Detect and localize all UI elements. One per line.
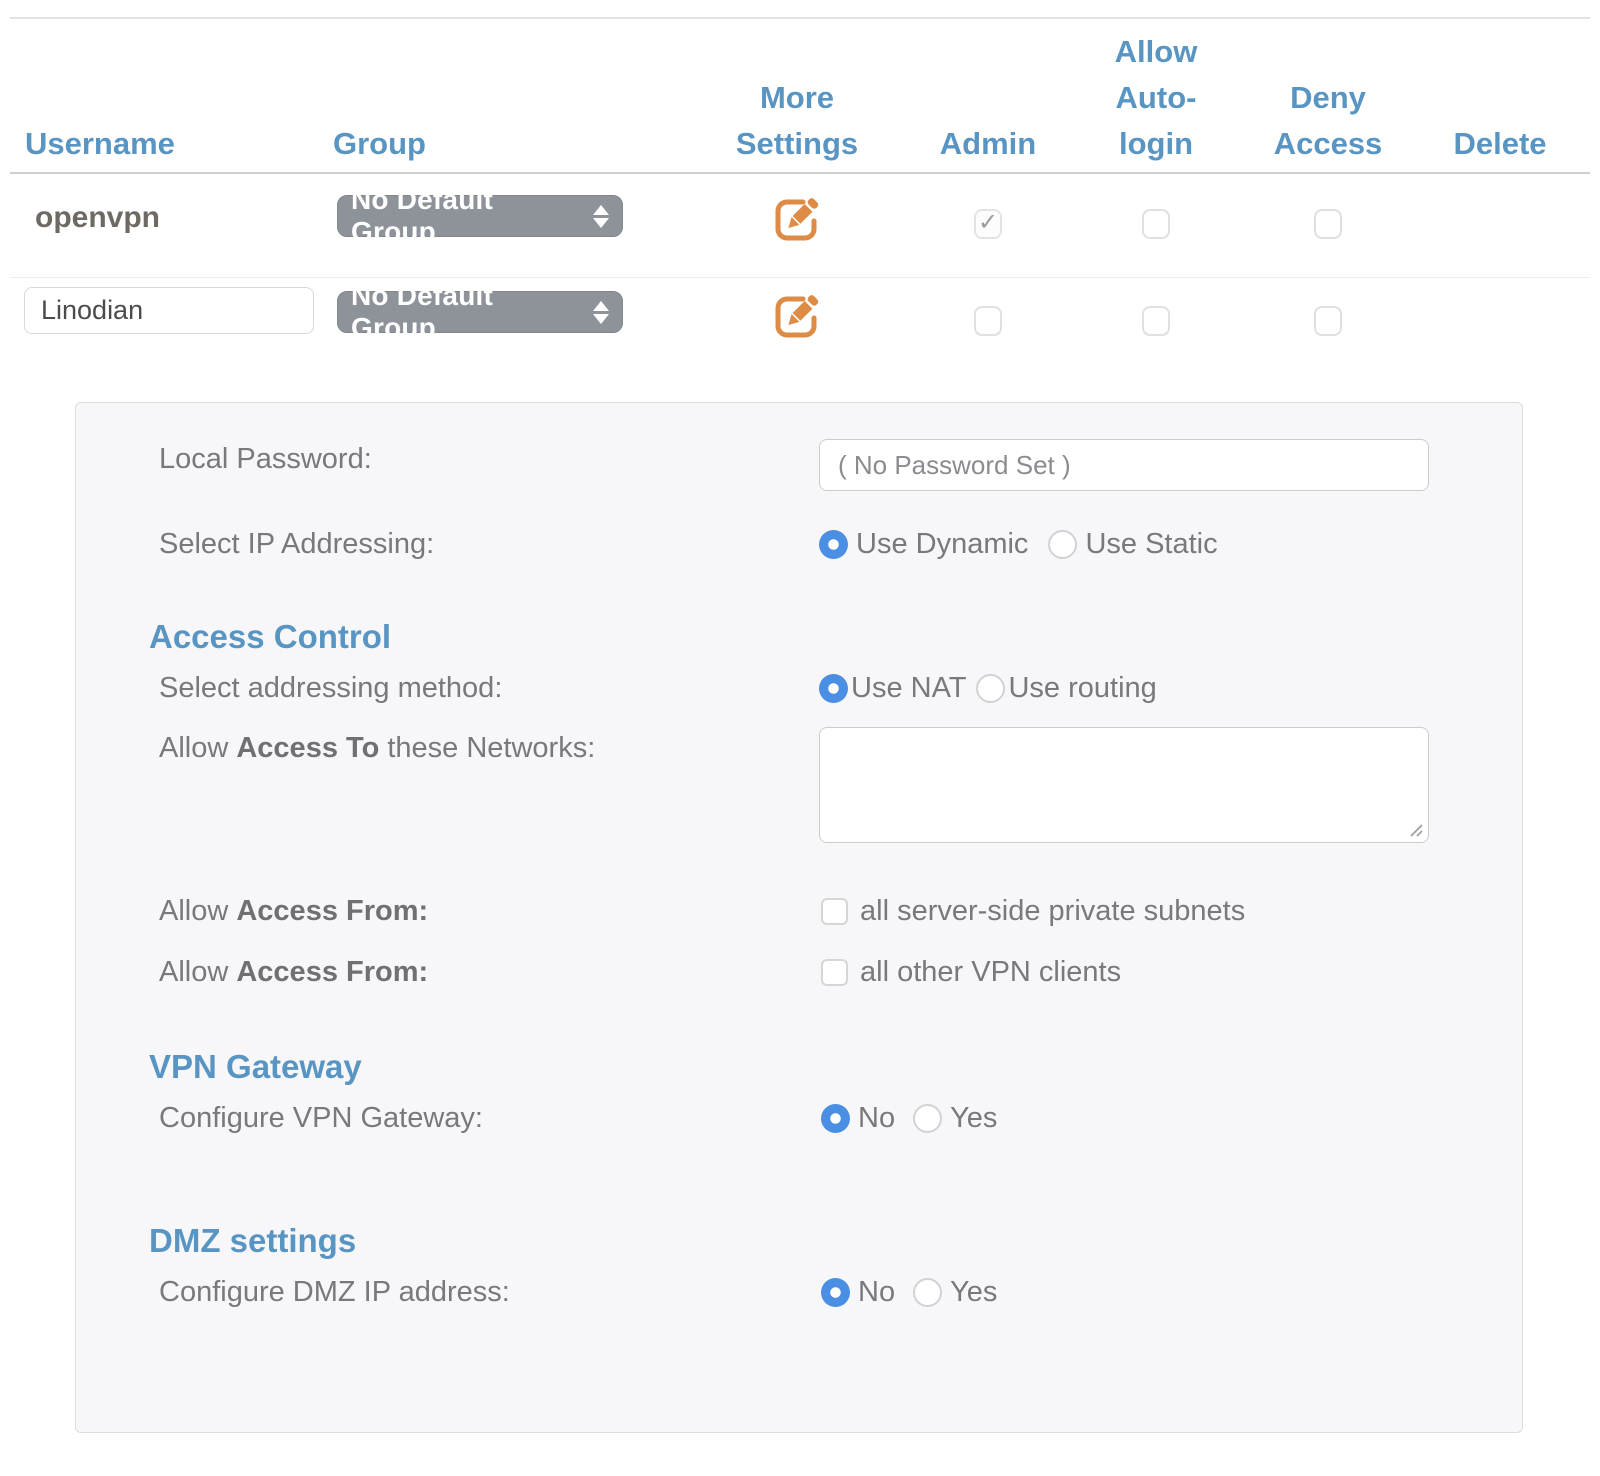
access-from-clients-control: all other VPN clients <box>821 955 1121 989</box>
radio-icon[interactable] <box>1048 530 1077 559</box>
radio-label: No <box>858 1102 895 1135</box>
addressing-method-radio-group: Use NAT Use routing <box>819 671 1157 705</box>
access-from-clients-label: Allow Access From: <box>159 955 428 989</box>
col-header-more-settings: More Settings <box>712 75 882 167</box>
radio-label: Yes <box>950 1102 997 1135</box>
group-select[interactable]: No Default Group <box>337 195 623 237</box>
access-from-subnets-control: all server-side private subnets <box>821 894 1245 928</box>
ip-addressing-radio-group: Use Dynamic Use Static <box>819 527 1218 561</box>
vpn-gateway-radio-group: No Yes <box>821 1101 997 1135</box>
table-header-border <box>10 172 1590 174</box>
col-header-allow-autologin: Allow Auto- login <box>1076 29 1236 167</box>
label-part-bold: Access From: <box>236 895 428 927</box>
label-part: Allow <box>159 956 236 988</box>
edit-pencil-icon <box>770 190 826 246</box>
access-from-clients-checkbox[interactable] <box>821 959 848 986</box>
local-password-label: Local Password: <box>159 442 372 476</box>
allow-autologin-checkbox[interactable]: ✓ <box>1142 306 1170 336</box>
radio-label: Use Static <box>1085 528 1217 561</box>
radio-option-use-dynamic[interactable]: Use Dynamic <box>819 528 1028 561</box>
radio-option-use-nat[interactable]: Use NAT <box>819 672 966 705</box>
admin-checkbox[interactable]: ✓ <box>974 306 1002 336</box>
radio-icon[interactable] <box>821 1104 850 1133</box>
radio-label: No <box>858 1276 895 1309</box>
radio-icon[interactable] <box>819 530 848 559</box>
radio-option-use-routing[interactable]: Use routing <box>976 672 1156 705</box>
label-part-bold: Access To <box>236 732 379 764</box>
check-icon: ✓ <box>978 211 998 235</box>
addressing-method-label: Select addressing method: <box>159 671 502 705</box>
access-control-heading: Access Control <box>149 619 391 655</box>
radio-label: Yes <box>950 1276 997 1309</box>
access-to-networks-textarea[interactable] <box>819 727 1429 843</box>
checkbox-label: all server-side private subnets <box>860 895 1245 928</box>
more-settings-button[interactable] <box>770 287 826 343</box>
radio-icon[interactable] <box>976 674 1005 703</box>
label-part: Allow <box>159 732 236 764</box>
user-settings-panel: Local Password: Select IP Addressing: Us… <box>75 402 1523 1433</box>
deny-access-checkbox[interactable]: ✓ <box>1314 209 1342 239</box>
more-settings-button[interactable] <box>770 190 826 246</box>
access-to-label: Allow Access To these Networks: <box>159 731 595 765</box>
ip-addressing-label: Select IP Addressing: <box>159 527 434 561</box>
username-input[interactable] <box>24 287 314 334</box>
edit-pencil-icon <box>770 287 826 343</box>
row-separator <box>10 277 1590 278</box>
select-arrows-icon <box>593 205 609 228</box>
radio-label: Use Dynamic <box>856 528 1028 561</box>
group-select-value: No Default Group <box>351 184 583 248</box>
group-select[interactable]: No Default Group <box>337 291 623 333</box>
radio-icon[interactable] <box>821 1278 850 1307</box>
col-header-delete: Delete <box>1420 121 1580 167</box>
dmz-radio-group: No Yes <box>821 1275 997 1309</box>
access-from-subnets-checkbox[interactable] <box>821 898 848 925</box>
col-header-username: Username <box>25 121 175 167</box>
radio-icon[interactable] <box>913 1104 942 1133</box>
access-to-textarea-wrap <box>819 727 1429 843</box>
table-top-border <box>10 17 1590 19</box>
local-password-input[interactable] <box>819 439 1429 491</box>
vpn-gateway-heading: VPN Gateway <box>149 1049 362 1085</box>
col-header-admin: Admin <box>908 121 1068 167</box>
radio-option-no[interactable]: No <box>821 1276 895 1309</box>
deny-access-checkbox[interactable]: ✓ <box>1314 306 1342 336</box>
label-part: these Networks: <box>379 732 595 764</box>
label-part: Allow <box>159 895 236 927</box>
access-from-subnets-label: Allow Access From: <box>159 894 428 928</box>
radio-option-yes[interactable]: Yes <box>913 1276 997 1309</box>
admin-checkbox[interactable]: ✓ <box>974 209 1002 239</box>
checkbox-label: all other VPN clients <box>860 956 1121 989</box>
radio-icon[interactable] <box>913 1278 942 1307</box>
configure-vpn-gateway-label: Configure VPN Gateway: <box>159 1101 483 1135</box>
dmz-settings-heading: DMZ settings <box>149 1223 356 1259</box>
radio-option-no[interactable]: No <box>821 1102 895 1135</box>
allow-autologin-checkbox[interactable]: ✓ <box>1142 209 1170 239</box>
radio-label: Use routing <box>1008 672 1156 705</box>
label-part-bold: Access From: <box>236 956 428 988</box>
select-arrows-icon <box>593 301 609 324</box>
radio-label: Use NAT <box>851 672 966 705</box>
radio-icon[interactable] <box>819 674 848 703</box>
group-select-value: No Default Group <box>351 280 583 344</box>
radio-option-use-static[interactable]: Use Static <box>1048 528 1217 561</box>
username-text: openvpn <box>35 201 160 235</box>
col-header-deny-access: Deny Access <box>1248 75 1408 167</box>
configure-dmz-label: Configure DMZ IP address: <box>159 1275 510 1309</box>
radio-option-yes[interactable]: Yes <box>913 1102 997 1135</box>
col-header-group: Group <box>333 121 426 167</box>
